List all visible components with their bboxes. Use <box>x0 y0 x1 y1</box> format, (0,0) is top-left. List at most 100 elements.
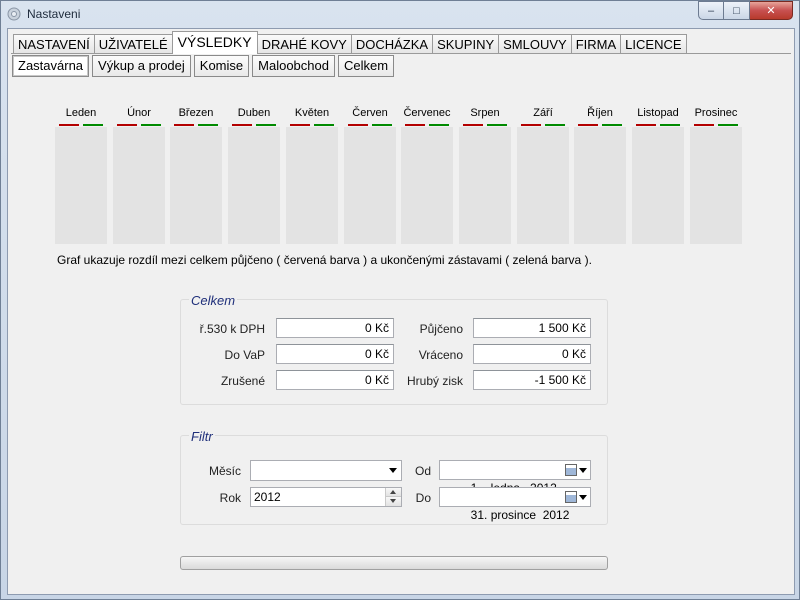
window-title: Nastaveni <box>27 7 81 21</box>
series-red-marker <box>59 124 79 126</box>
pujceno-label: Půjčeno <box>419 322 463 336</box>
month-column: Březen <box>170 107 222 244</box>
month-label: Březen <box>178 107 214 119</box>
month-label: Červenec <box>403 107 451 119</box>
chevron-down-icon[interactable] <box>579 495 587 500</box>
month-plot-area <box>632 127 684 244</box>
rok-value: 2012 <box>254 490 281 504</box>
tab-uzivatele[interactable]: UŽIVATELÉ <box>93 34 173 54</box>
tab-firma[interactable]: FIRMA <box>570 34 622 54</box>
series-red-marker <box>232 124 252 126</box>
dph-label: ř.530 k DPH <box>199 322 265 336</box>
series-red-marker <box>174 124 194 126</box>
caption-buttons: ‒ □ ✕ <box>698 1 793 21</box>
calendar-icon[interactable] <box>565 491 577 503</box>
month-plot-area <box>459 127 511 244</box>
mesic-label: Měsíc <box>208 464 241 478</box>
celkem-group: Celkem ř.530 k DPH 0 Kč Do VaP 0 Kč Zruš… <box>180 293 608 405</box>
month-column: Květen <box>286 107 338 244</box>
tab-vykup-a-prodej[interactable]: Výkup a prodej <box>92 55 191 77</box>
series-red-marker <box>348 124 368 126</box>
series-red-marker <box>463 124 483 126</box>
month-plot-area <box>228 127 280 244</box>
tab-drahe-kovy[interactable]: DRAHÉ KOVY <box>256 34 352 54</box>
month-label: Srpen <box>470 107 500 119</box>
tab-licence[interactable]: LICENCE <box>620 34 687 54</box>
tab-vysledky[interactable]: VÝSLEDKY <box>171 31 258 54</box>
hruby-zisk-field[interactable]: -1 500 Kč <box>473 370 591 390</box>
spin-down-icon[interactable] <box>386 497 401 506</box>
month-plot-area <box>401 127 453 244</box>
series-green-marker <box>83 124 103 126</box>
filtr-group-title: Filtr <box>189 429 215 444</box>
zrusene-field[interactable]: 0 Kč <box>276 370 394 390</box>
maximize-button[interactable]: □ <box>724 1 750 20</box>
series-red-marker <box>290 124 310 126</box>
pujceno-field[interactable]: 1 500 Kč <box>473 318 591 338</box>
tab-maloobchod[interactable]: Maloobchod <box>252 55 335 77</box>
title-bar[interactable]: Nastaveni ‒ □ ✕ <box>1 1 799 27</box>
month-label: Říjen <box>587 107 613 119</box>
chevron-down-icon[interactable] <box>389 468 397 473</box>
sub-tab-strip: Zastavárna Výkup a prodej Komise Maloobc… <box>12 55 397 77</box>
zrusene-label: Zrušené <box>220 374 265 388</box>
filtr-group: Filtr Měsíc Rok 2012 Od 1. ledna 2012 <box>180 429 608 525</box>
chart-explanation: Graf ukazuje rozdíl mezi celkem půjčeno … <box>57 253 592 267</box>
tab-skupiny[interactable]: SKUPINY <box>432 34 500 54</box>
chevron-down-icon[interactable] <box>579 468 587 473</box>
month-column: Říjen <box>574 107 626 244</box>
month-plot-area <box>286 127 338 244</box>
month-plot-area <box>113 127 165 244</box>
month-column: Červenec <box>401 107 453 244</box>
series-green-marker <box>198 124 218 126</box>
minimize-button[interactable]: ‒ <box>698 1 724 20</box>
month-label: Leden <box>65 107 97 119</box>
app-icon <box>7 7 21 21</box>
tab-strip-divider <box>11 53 791 54</box>
do-date-value: 31. prosince 2012 <box>470 508 570 522</box>
close-button[interactable]: ✕ <box>750 1 793 20</box>
tab-celkem[interactable]: Celkem <box>337 55 395 77</box>
month-column: Duben <box>228 107 280 244</box>
od-label: Od <box>414 464 431 478</box>
month-plot-area <box>344 127 396 244</box>
mesic-combobox[interactable] <box>250 460 402 481</box>
series-green-marker <box>602 124 622 126</box>
hruby-zisk-label: Hrubý zisk <box>406 374 463 388</box>
month-label: Únor <box>127 107 151 119</box>
tab-smlouvy[interactable]: SMLOUVY <box>498 34 572 54</box>
month-column: Leden <box>55 107 107 244</box>
progress-bar <box>180 556 608 570</box>
dph-field[interactable]: 0 Kč <box>276 318 394 338</box>
series-red-marker <box>117 124 137 126</box>
series-red-marker <box>578 124 598 126</box>
series-red-marker <box>694 124 714 126</box>
series-green-marker <box>545 124 565 126</box>
vraceno-label: Vráceno <box>418 348 463 362</box>
tab-komise[interactable]: Komise <box>193 55 250 77</box>
series-green-marker <box>256 124 276 126</box>
rok-spin-buttons <box>385 488 401 506</box>
series-green-marker <box>372 124 392 126</box>
month-plot-area <box>690 127 742 244</box>
calendar-icon[interactable] <box>565 464 577 476</box>
month-column: Únor <box>113 107 165 244</box>
month-label: Květen <box>294 107 330 119</box>
do-date-picker[interactable]: 31. prosince 2012 <box>439 487 591 522</box>
series-green-marker <box>718 124 738 126</box>
month-column: Listopad <box>632 107 684 244</box>
od-date-picker[interactable]: 1. ledna 2012 <box>439 460 591 495</box>
rok-spinner[interactable]: 2012 <box>250 487 402 507</box>
dovap-field[interactable]: 0 Kč <box>276 344 394 364</box>
main-tab-strip: NASTAVENÍ UŽIVATELÉ VÝSLEDKY DRAHÉ KOVY … <box>13 31 687 54</box>
series-green-marker <box>141 124 161 126</box>
series-green-marker <box>487 124 507 126</box>
spin-up-icon[interactable] <box>386 488 401 497</box>
vraceno-field[interactable]: 0 Kč <box>473 344 591 364</box>
tab-zastavarna[interactable]: Zastavárna <box>12 55 90 77</box>
month-column: Červen <box>344 107 396 244</box>
tab-nastaveni[interactable]: NASTAVENÍ <box>13 34 95 54</box>
month-plot-area <box>170 127 222 244</box>
tab-dochazka[interactable]: DOCHÁZKA <box>350 34 434 54</box>
month-column: Září <box>517 107 569 244</box>
